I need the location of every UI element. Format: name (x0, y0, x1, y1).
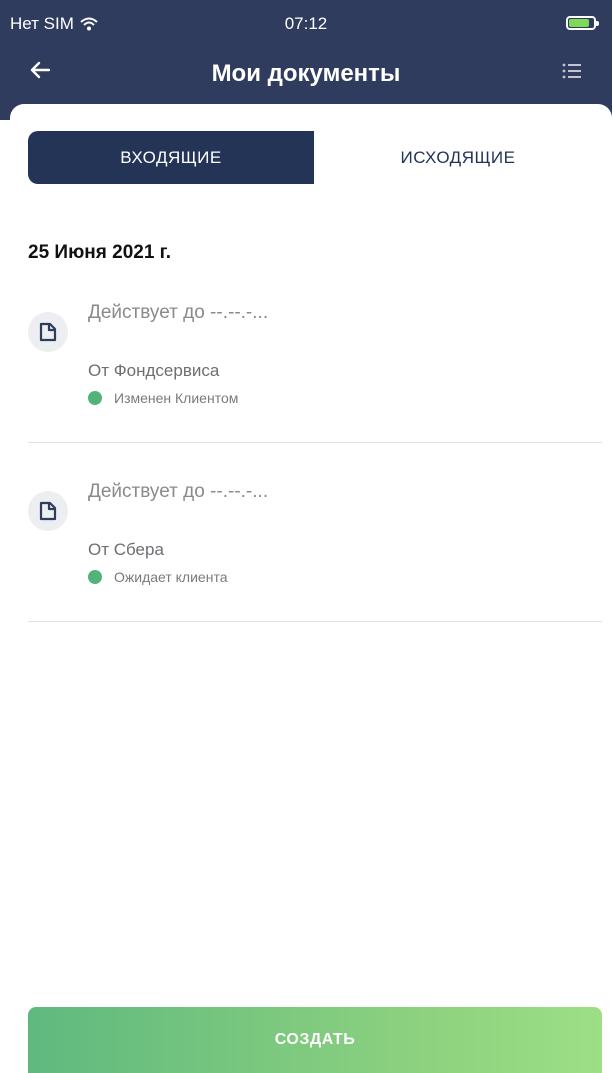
status-bar: Нет SIM 07:12 (0, 0, 612, 44)
status-label: Ожидает клиента (114, 569, 228, 585)
document-sender: От Сбера (88, 540, 164, 559)
status-dot-icon (88, 570, 102, 584)
list-icon[interactable] (562, 62, 582, 80)
date-group-heading: 25 Июня 2021 г. (28, 242, 171, 263)
status-time: 07:12 (284, 14, 328, 33)
document-title: Действует до --.--.-... (88, 302, 269, 323)
document-icon (28, 312, 68, 352)
create-button[interactable]: СОЗДАТЬ (28, 1007, 602, 1073)
document-item[interactable]: Действует до --.--.-... От Сбера Ожидает… (28, 473, 602, 623)
battery-charging-icon (566, 16, 599, 30)
document-icon (28, 491, 68, 531)
status-dot-icon (88, 391, 102, 405)
app-header: Нет SIM 07:12 Мои документы (0, 0, 612, 120)
tab-outgoing[interactable]: ИСХОДЯЩИЕ (314, 131, 602, 184)
divider (28, 621, 602, 622)
document-item[interactable]: Действует до --.--.-... От Фондсервиса И… (28, 294, 602, 444)
tab-incoming[interactable]: ВХОДЯЩИЕ (28, 131, 314, 184)
document-title: Действует до --.--.-... (88, 481, 269, 502)
page-title: Мои документы (211, 60, 401, 87)
divider (28, 442, 602, 443)
status-label: Изменен Клиентом (114, 390, 239, 406)
nav-bar: Мои документы (0, 50, 612, 96)
tab-switcher: ВХОДЯЩИЕ ИСХОДЯЩИЕ (28, 131, 602, 184)
document-sender: От Фондсервиса (88, 361, 220, 380)
document-status: Ожидает клиента (88, 569, 227, 585)
document-status: Изменен Клиентом (88, 390, 238, 406)
